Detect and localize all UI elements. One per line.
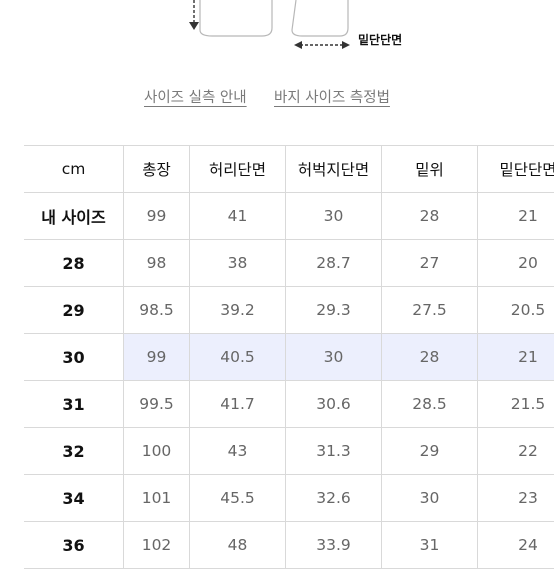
cell-value: 38 [190, 240, 286, 286]
cell-value: 41.7 [190, 381, 286, 427]
cell-value: 28.5 [382, 381, 478, 427]
cell-value: 30.6 [286, 381, 382, 427]
row-label: 30 [24, 334, 124, 380]
cell-value: 29.3 [286, 287, 382, 333]
row-label: 31 [24, 381, 124, 427]
cell-value: 30 [286, 334, 382, 380]
cell-value: 31 [382, 522, 478, 568]
cell-value: 100 [124, 428, 190, 474]
header-waist: 허리단면 [190, 146, 286, 192]
cell-value: 28 [382, 334, 478, 380]
header-hem: 밑단단면 [499, 161, 554, 179]
cell-value: 102 [124, 522, 190, 568]
cell-value: 98.5 [124, 287, 190, 333]
cell-value: 101 [124, 475, 190, 521]
cell-value: 43 [190, 428, 286, 474]
pants-outline-illustration [189, 0, 350, 49]
table-row: 29 98.5 39.2 29.3 27.5 20.5 [24, 287, 554, 334]
cell-value: 41 [190, 193, 286, 239]
left-leg-outline [199, 0, 273, 37]
cell-value: 21.5 [510, 395, 546, 413]
table-row-highlighted: 30 99 40.5 30 28 21 [24, 334, 554, 381]
cell-value: 27 [382, 240, 478, 286]
cell-value: 33.9 [286, 522, 382, 568]
guide-links: 사이즈 실측 안내 바지 사이즈 측정법 [0, 86, 554, 112]
table-row: 28 98 38 28.7 27 20 [24, 240, 554, 287]
cell-value: 28.7 [286, 240, 382, 286]
row-label: 내 사이즈 [24, 193, 124, 239]
cell-value: 48 [190, 522, 286, 568]
header-unit: cm [24, 146, 124, 192]
cell-value: 20.5 [510, 301, 546, 319]
table-row: 32 100 43 31.3 29 22 [24, 428, 554, 475]
size-guide-link[interactable]: 사이즈 실측 안내 [144, 86, 247, 107]
row-label: 32 [24, 428, 124, 474]
cell-value: 40.5 [190, 334, 286, 380]
arrow-head-right [342, 41, 350, 49]
cell-value: 98 [124, 240, 190, 286]
pants-diagram: 밑단단면 [0, 0, 554, 62]
arrow-head-left [294, 41, 302, 49]
header-thigh: 허벅지단면 [286, 146, 382, 192]
cell-value: 45.5 [190, 475, 286, 521]
cell-value: 21 [478, 334, 554, 380]
hem-measure-label: 밑단단면 [358, 33, 403, 47]
table-row: 31 99.5 41.7 30.6 28.5 21.5 [24, 381, 554, 428]
cell-value: 99.5 [124, 381, 190, 427]
cell-value: 99 [124, 334, 190, 380]
cell-value: 20 [518, 254, 538, 272]
row-label: 34 [24, 475, 124, 521]
cell-value: 32.6 [286, 475, 382, 521]
cell-value: 39.2 [190, 287, 286, 333]
cell-value: 28 [382, 193, 478, 239]
cell-value: 30 [382, 475, 478, 521]
cell-value: 24 [518, 536, 538, 554]
cell-value: 27.5 [382, 287, 478, 333]
right-leg-outline [291, 0, 349, 37]
table-row: 36 102 48 33.9 31 24 [24, 522, 554, 569]
size-table: cm 총장 허리단면 허벅지단면 밑위 밑단단면 내 사이즈 99 41 30 … [24, 145, 554, 569]
arrow-head-down [189, 22, 199, 30]
table-row: 34 101 45.5 32.6 30 23 [24, 475, 554, 522]
cell-value: 21 [518, 207, 538, 225]
cell-value: 30 [286, 193, 382, 239]
cell-value: 23 [518, 489, 538, 507]
header-total-length: 총장 [124, 146, 190, 192]
table-header-row: cm 총장 허리단면 허벅지단면 밑위 밑단단면 [24, 146, 554, 193]
cell-value: 29 [382, 428, 478, 474]
pants-measure-link[interactable]: 바지 사이즈 측정법 [274, 86, 390, 107]
cell-value: 99 [124, 193, 190, 239]
header-rise: 밑위 [382, 146, 478, 192]
row-label: 29 [24, 287, 124, 333]
table-row: 내 사이즈 99 41 30 28 21 [24, 193, 554, 240]
cell-value: 31.3 [286, 428, 382, 474]
row-label: 36 [24, 522, 124, 568]
cell-value: 22 [518, 442, 538, 460]
row-label: 28 [24, 240, 124, 286]
